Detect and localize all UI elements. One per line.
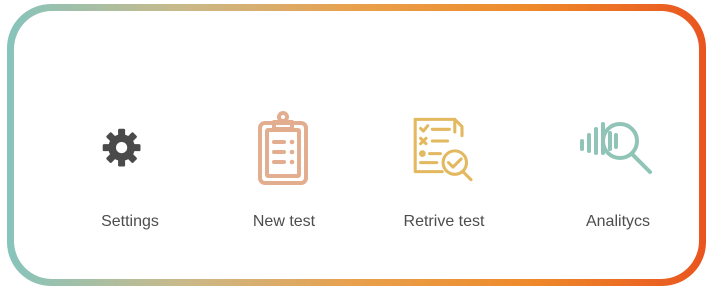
gear-icon: [102, 128, 141, 167]
main-menu: Settings New test Retrive test Analitycs: [14, 11, 706, 286]
new-test-label: New test: [252, 213, 316, 230]
analytics-button[interactable]: Analitycs: [558, 114, 678, 244]
menu-card: Settings New test Retrive test Analitycs: [14, 11, 699, 279]
analytics-label: Analitycs: [585, 213, 651, 230]
clipboard-list-icon: [258, 111, 308, 185]
settings-label: Settings: [101, 213, 159, 230]
document-search-check-icon: [413, 117, 473, 182]
analytics-magnifier-icon: [580, 122, 652, 174]
menu-card-frame: Settings New test Retrive test Analitycs: [7, 4, 706, 286]
settings-button[interactable]: Settings: [70, 114, 190, 244]
retrieve-test-button[interactable]: Retrive test: [384, 114, 504, 244]
new-test-button[interactable]: New test: [224, 111, 344, 244]
retrieve-test-label: Retrive test: [403, 213, 485, 230]
